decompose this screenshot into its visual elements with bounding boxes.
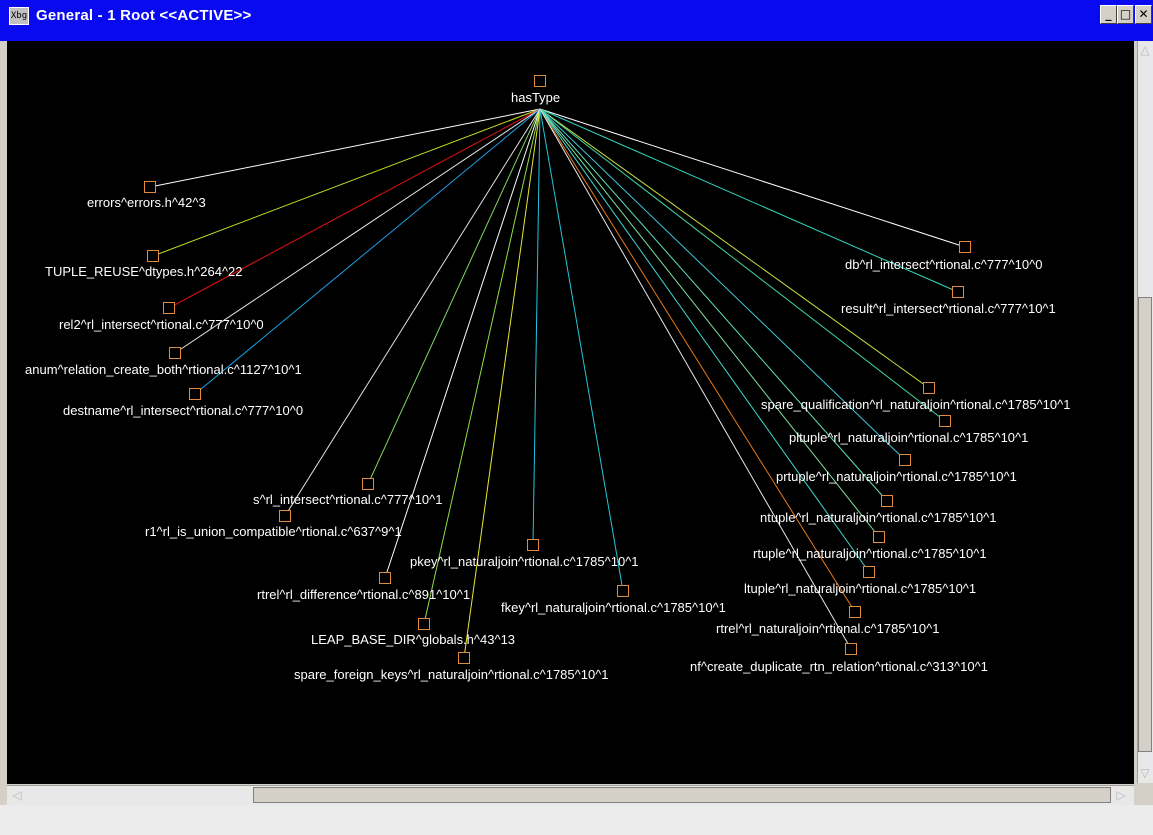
graph-node-label[interactable]: nf^create_duplicate_rtn_relation^rtional…	[690, 659, 988, 675]
graph-edge	[539, 108, 870, 573]
graph-node-box[interactable]	[279, 510, 291, 522]
graph-node-box[interactable]	[379, 572, 391, 584]
window-title: General - 1 Root <<ACTIVE>>	[36, 7, 252, 24]
minimize-button[interactable]: _	[1100, 5, 1117, 24]
graph-node-label[interactable]: db^rl_intersect^rtional.c^777^10^0	[845, 257, 1042, 273]
graph-node-label[interactable]: ntuple^rl_naturaljoin^rtional.c^1785^10^…	[760, 510, 996, 526]
graph-node-label[interactable]: pkey^rl_naturaljoin^rtional.c^1785^10^1	[410, 554, 639, 570]
close-button[interactable]: ✕	[1135, 5, 1152, 24]
scrollbar-corner	[1135, 785, 1153, 805]
graph-node-box[interactable]	[527, 539, 539, 551]
graph-node-label[interactable]: result^rl_intersect^rtional.c^777^10^1	[841, 301, 1056, 317]
graph-node-box[interactable]	[849, 606, 861, 618]
graph-node-label[interactable]: rtrel^rl_difference^rtional.c^891^10^1	[257, 587, 470, 603]
scroll-down-icon[interactable]: ▽	[1138, 766, 1152, 780]
status-bar	[0, 805, 1153, 835]
graph-node-box[interactable]	[144, 181, 156, 193]
graph-node-box[interactable]	[458, 652, 470, 664]
root-node-box[interactable]	[534, 75, 546, 87]
maximize-button[interactable]: □	[1117, 5, 1134, 24]
title-bar: Xbg General - 1 Root <<ACTIVE>> _ □ ✕	[0, 0, 1153, 41]
graph-node-box[interactable]	[923, 382, 935, 394]
graph-node-box[interactable]	[845, 643, 857, 655]
scroll-up-icon[interactable]: △	[1138, 43, 1152, 57]
graph-node-label[interactable]: rtuple^rl_naturaljoin^rtional.c^1785^10^…	[753, 546, 987, 562]
graph-node-box[interactable]	[881, 495, 893, 507]
graph-edge	[284, 108, 541, 517]
graph-edge	[539, 108, 856, 613]
graph-node-label[interactable]: ltuple^rl_naturaljoin^rtional.c^1785^10^…	[744, 581, 976, 597]
graph-node-box[interactable]	[899, 454, 911, 466]
graph-canvas[interactable]: hasType errors^errors.h^42^3 TUPLE_REUSE^d…	[7, 41, 1134, 784]
graph-node-box[interactable]	[362, 478, 374, 490]
graph-node-box[interactable]	[189, 388, 201, 400]
graph-node-label[interactable]: LEAP_BASE_DIR^globals.h^43^13	[311, 632, 515, 648]
graph-node-label[interactable]: anum^relation_create_both^rtional.c^1127…	[25, 362, 302, 378]
graph-node-box[interactable]	[147, 250, 159, 262]
graph-node-label[interactable]: spare_qualification^rl_naturaljoin^rtion…	[761, 397, 1070, 413]
graph-node-box[interactable]	[418, 618, 430, 630]
graph-node-box[interactable]	[163, 302, 175, 314]
horizontal-scroll-thumb[interactable]	[253, 787, 1111, 803]
graph-node-box[interactable]	[169, 347, 181, 359]
graph-node-label[interactable]: rtrel^rl_naturaljoin^rtional.c^1785^10^1	[716, 621, 939, 637]
graph-node-label[interactable]: destname^rl_intersect^rtional.c^777^10^0	[63, 403, 303, 419]
scroll-right-icon[interactable]: ▷	[1114, 788, 1128, 802]
graph-node-box[interactable]	[873, 531, 885, 543]
graph-node-box[interactable]	[939, 415, 951, 427]
root-node-label[interactable]: hasType	[511, 90, 560, 106]
graph-node-box[interactable]	[952, 286, 964, 298]
graph-node-label[interactable]: rel2^rl_intersect^rtional.c^777^10^0	[59, 317, 264, 333]
graph-node-label[interactable]: spare_foreign_keys^rl_naturaljoin^rtiona…	[294, 667, 609, 683]
graph-node-box[interactable]	[959, 241, 971, 253]
graph-node-label[interactable]: s^rl_intersect^rtional.c^777^10^1	[253, 492, 442, 508]
graph-node-label[interactable]: fkey^rl_naturaljoin^rtional.c^1785^10^1	[501, 600, 726, 616]
app-logo-icon[interactable]: Xbg	[9, 7, 29, 25]
graph-node-label[interactable]: pltuple^rl_naturaljoin^rtional.c^1785^10…	[789, 430, 1028, 446]
graph-node-box[interactable]	[617, 585, 629, 597]
graph-node-label[interactable]: r1^rl_is_union_compatible^rtional.c^637^…	[145, 524, 402, 540]
graph-node-label[interactable]: errors^errors.h^42^3	[87, 195, 206, 211]
graph-edge	[423, 108, 541, 625]
graph-edge	[532, 108, 541, 546]
graph-node-label[interactable]: TUPLE_REUSE^dtypes.h^264^22	[45, 264, 243, 280]
graph-node-box[interactable]	[863, 566, 875, 578]
graph-node-label[interactable]: prtuple^rl_naturaljoin^rtional.c^1785^10…	[776, 469, 1017, 485]
scroll-left-icon[interactable]: ◁	[10, 788, 24, 802]
vertical-scroll-thumb[interactable]	[1138, 297, 1152, 752]
graph-edge	[152, 108, 541, 257]
graph-edge	[539, 108, 930, 389]
graph-edge	[194, 108, 541, 395]
graph-edge	[539, 108, 966, 248]
